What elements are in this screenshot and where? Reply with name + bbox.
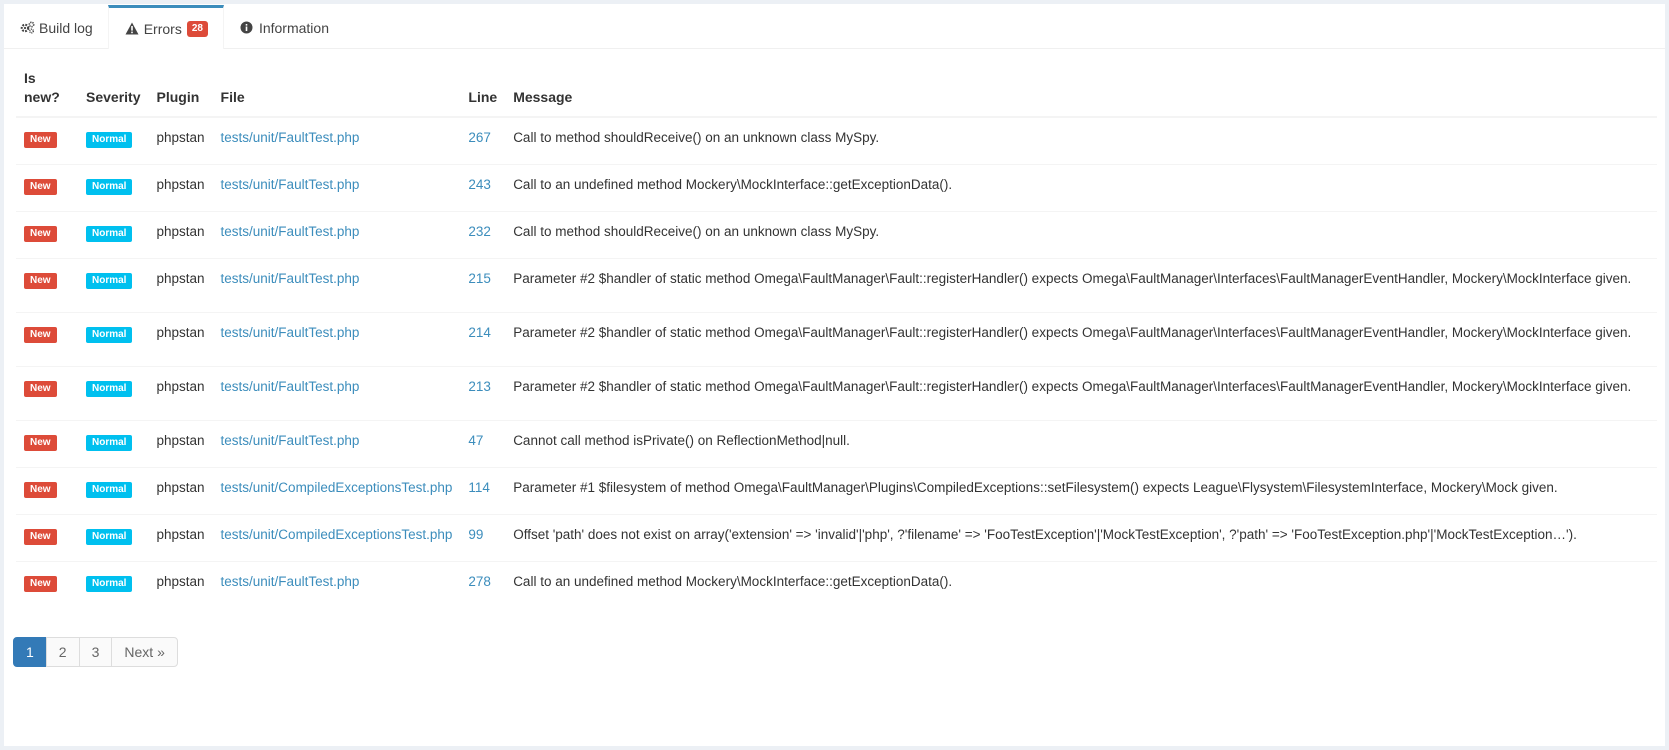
tab-information[interactable]: Information [224, 4, 344, 48]
file-link[interactable]: tests/unit/FaultTest.php [221, 433, 360, 448]
file-link[interactable]: tests/unit/FaultTest.php [221, 325, 360, 340]
severity-label: Normal [86, 226, 133, 242]
tab-errors[interactable]: Errors 28 [107, 5, 224, 49]
plugin-cell: phpstan [148, 514, 213, 562]
line-link[interactable]: 213 [468, 379, 491, 394]
column-header-line: Line [460, 61, 506, 118]
file-link[interactable]: tests/unit/FaultTest.php [221, 130, 360, 145]
table-header-row: Is new? Severity Plugin File Line Messag… [16, 61, 1657, 118]
message-cell: Call to an undefined method Mockery\Mock… [505, 561, 1657, 608]
file-link[interactable]: tests/unit/CompiledExceptionsTest.php [221, 527, 453, 542]
severity-label: Normal [86, 327, 133, 343]
table-row: New Normal phpstan tests/unit/FaultTest.… [16, 258, 1657, 313]
tab-information-label: Information [258, 19, 329, 36]
file-link[interactable]: tests/unit/FaultTest.php [221, 177, 360, 192]
gears-icon [19, 21, 35, 35]
new-label: New [24, 482, 57, 498]
column-header-severity: Severity [78, 61, 149, 118]
line-link[interactable]: 99 [468, 527, 483, 542]
page-2-button[interactable]: 2 [45, 637, 80, 667]
new-label: New [24, 179, 57, 195]
new-label: New [24, 273, 57, 289]
line-link[interactable]: 215 [468, 271, 491, 286]
message-cell: Parameter #2 $handler of static method O… [505, 312, 1657, 367]
plugin-cell: phpstan [148, 312, 213, 367]
new-label: New [24, 132, 57, 148]
severity-label: Normal [86, 482, 133, 498]
info-icon [239, 21, 255, 35]
file-link[interactable]: tests/unit/CompiledExceptionsTest.php [221, 480, 453, 495]
message-cell: Call to method shouldReceive() on an unk… [505, 116, 1657, 165]
severity-label: Normal [86, 529, 133, 545]
new-label: New [24, 435, 57, 451]
plugin-cell: phpstan [148, 561, 213, 608]
line-link[interactable]: 214 [468, 325, 491, 340]
message-cell: Cannot call method isPrivate() on Reflec… [505, 420, 1657, 468]
column-header-file: File [212, 61, 461, 118]
table-row: New Normal phpstan tests/unit/CompiledEx… [16, 467, 1657, 515]
tab-bar: Build log Errors 28 Information [4, 4, 1665, 49]
tab-errors-label: Errors [143, 20, 182, 37]
table-row: New Normal phpstan tests/unit/FaultTest.… [16, 366, 1657, 421]
column-header-message: Message [505, 61, 1657, 118]
plugin-cell: phpstan [148, 467, 213, 515]
message-cell: Parameter #2 $handler of static method O… [505, 366, 1657, 421]
tab-build-log[interactable]: Build log [4, 4, 108, 48]
plugin-cell: phpstan [148, 366, 213, 421]
table-row: New Normal phpstan tests/unit/FaultTest.… [16, 116, 1657, 165]
table-row: New Normal phpstan tests/unit/FaultTest.… [16, 312, 1657, 367]
errors-table: Is new? Severity Plugin File Line Messag… [16, 61, 1657, 608]
new-label: New [24, 381, 57, 397]
page-1-button[interactable]: 1 [13, 637, 47, 667]
line-link[interactable]: 267 [468, 130, 491, 145]
message-cell: Parameter #2 $handler of static method O… [505, 258, 1657, 313]
file-link[interactable]: tests/unit/FaultTest.php [221, 379, 360, 394]
page-3-button[interactable]: 3 [78, 637, 113, 667]
table-row: New Normal phpstan tests/unit/FaultTest.… [16, 420, 1657, 468]
severity-label: Normal [86, 381, 133, 397]
line-link[interactable]: 114 [468, 480, 490, 495]
message-cell: Parameter #1 $filesystem of method Omega… [505, 467, 1657, 515]
file-link[interactable]: tests/unit/FaultTest.php [221, 574, 360, 589]
message-cell: Call to method shouldReceive() on an unk… [505, 211, 1657, 259]
errors-count-badge: 28 [186, 20, 208, 37]
table-row: New Normal phpstan tests/unit/CompiledEx… [16, 514, 1657, 562]
column-header-plugin: Plugin [148, 61, 213, 118]
severity-label: Normal [86, 435, 133, 451]
plugin-cell: phpstan [148, 258, 213, 313]
line-link[interactable]: 47 [468, 433, 483, 448]
column-header-is-new: Is new? [16, 61, 78, 118]
errors-panel: Build log Errors 28 Information Is new? … [4, 4, 1665, 746]
warning-icon [124, 22, 140, 36]
table-row: New Normal phpstan tests/unit/FaultTest.… [16, 561, 1657, 608]
new-label: New [24, 327, 57, 343]
line-link[interactable]: 278 [468, 574, 491, 589]
table-row: New Normal phpstan tests/unit/FaultTest.… [16, 164, 1657, 212]
message-cell: Call to an undefined method Mockery\Mock… [505, 164, 1657, 212]
new-label: New [24, 226, 57, 242]
plugin-cell: phpstan [148, 116, 213, 165]
message-cell: Offset 'path' does not exist on array('e… [505, 514, 1657, 562]
severity-label: Normal [86, 576, 133, 592]
line-link[interactable]: 232 [468, 224, 491, 239]
plugin-cell: phpstan [148, 420, 213, 468]
next-page-button[interactable]: Next » [111, 637, 178, 667]
plugin-cell: phpstan [148, 164, 213, 212]
file-link[interactable]: tests/unit/FaultTest.php [221, 224, 360, 239]
severity-label: Normal [86, 273, 133, 289]
line-link[interactable]: 243 [468, 177, 491, 192]
file-link[interactable]: tests/unit/FaultTest.php [221, 271, 360, 286]
new-label: New [24, 576, 57, 592]
table-row: New Normal phpstan tests/unit/FaultTest.… [16, 211, 1657, 259]
new-label: New [24, 529, 57, 545]
pagination: 1 2 3 Next » [13, 637, 178, 667]
severity-label: Normal [86, 179, 133, 195]
severity-label: Normal [86, 132, 133, 148]
tab-build-log-label: Build log [39, 19, 93, 36]
plugin-cell: phpstan [148, 211, 213, 259]
